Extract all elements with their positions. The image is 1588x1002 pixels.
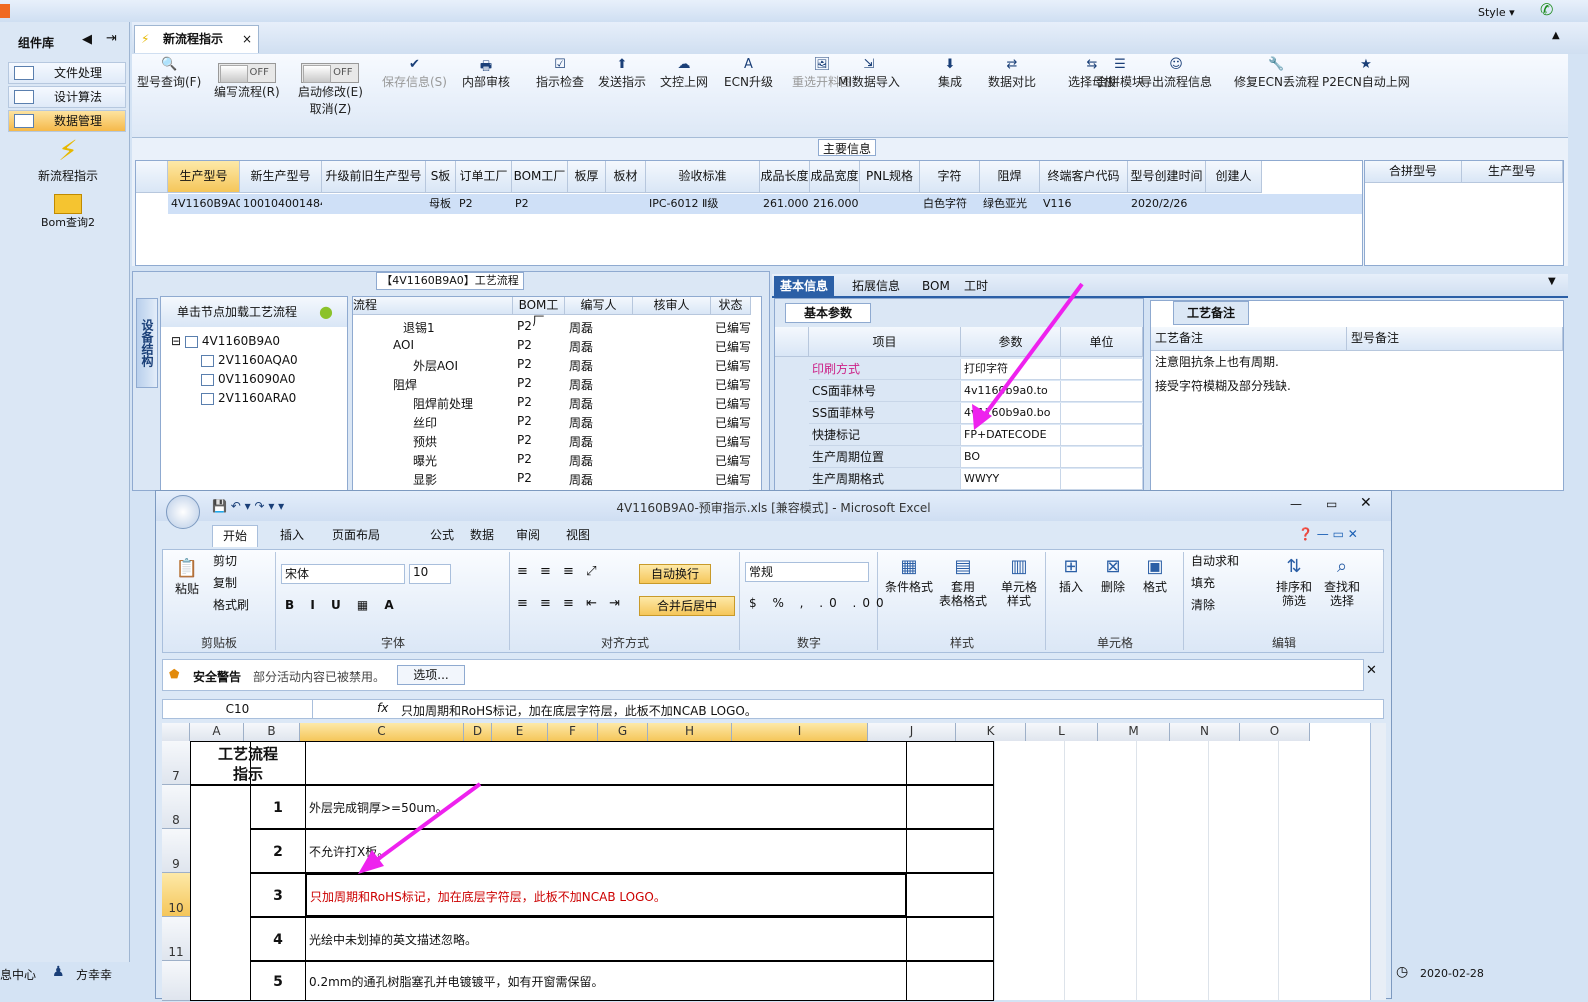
arrow-line [976, 282, 1084, 426]
arrow-line [364, 782, 482, 870]
annotation-arrows [358, 282, 1084, 874]
arrow-head [358, 850, 384, 874]
